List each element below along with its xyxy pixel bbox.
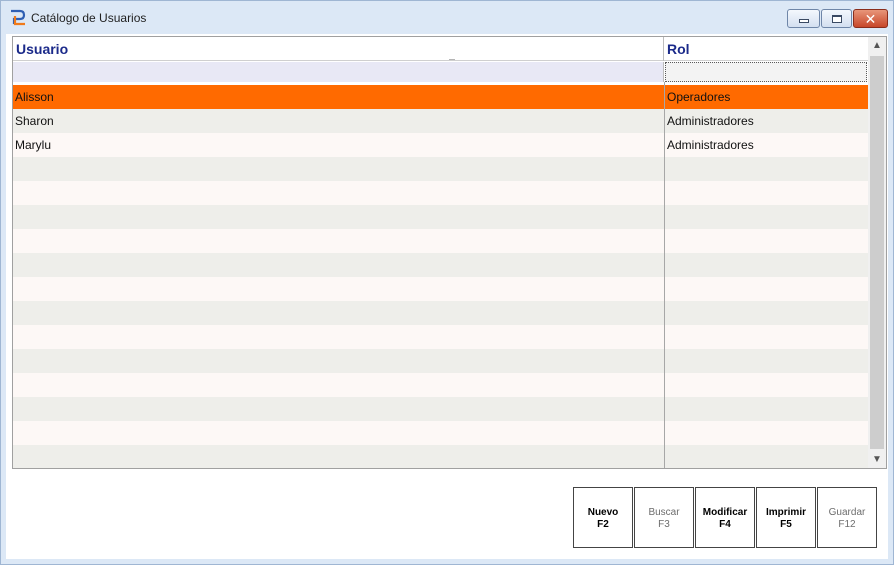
imprimir-button[interactable]: Imprimir F5 [756, 487, 816, 548]
cell-rol [664, 205, 868, 229]
window-title: Catálogo de Usuarios [31, 11, 147, 25]
button-label: Guardar [828, 507, 866, 518]
cell-rol: Administradores [664, 109, 868, 133]
button-shortcut: F3 [658, 519, 670, 530]
filter-row [13, 62, 868, 82]
table-row[interactable] [13, 349, 868, 373]
cell-usuario [13, 397, 664, 421]
table-row[interactable]: Marylu Administradores [13, 133, 868, 157]
vertical-scrollbar[interactable]: ▲ ▼ [868, 37, 886, 468]
cell-rol: Administradores [664, 133, 868, 157]
cell-rol [664, 445, 868, 468]
cell-usuario [13, 301, 664, 325]
cell-rol [664, 301, 868, 325]
table-row[interactable] [13, 205, 868, 229]
cell-usuario [13, 253, 664, 277]
button-shortcut: F2 [597, 519, 609, 530]
app-logo-icon [11, 9, 26, 26]
minimize-icon [798, 19, 809, 23]
close-button[interactable]: ✕ [853, 9, 888, 28]
maximize-button[interactable] [821, 9, 852, 28]
table-row[interactable] [13, 301, 868, 325]
cell-usuario [13, 205, 664, 229]
cell-rol [664, 181, 868, 205]
table-row[interactable] [13, 181, 868, 205]
button-label: Nuevo [587, 507, 619, 518]
cell-rol [664, 229, 868, 253]
users-grid: Usuario Rol Alisson Operadores Sharon Admin… [12, 36, 887, 469]
table-row[interactable] [13, 445, 868, 468]
table-row[interactable] [13, 397, 868, 421]
cell-rol [664, 373, 868, 397]
maximize-icon [831, 14, 842, 23]
client-area: Usuario Rol Alisson Operadores Sharon Admin… [6, 34, 888, 559]
grid-rows: Alisson Operadores Sharon Administradores Ma… [13, 85, 868, 468]
scroll-thumb[interactable] [870, 56, 884, 449]
sort-indicator [449, 59, 455, 60]
close-icon: ✕ [864, 10, 877, 27]
table-row[interactable]: Alisson Operadores [13, 85, 868, 109]
cell-usuario [13, 157, 664, 181]
minimize-button[interactable] [787, 9, 820, 28]
cell-rol [664, 253, 868, 277]
cell-rol [664, 157, 868, 181]
buscar-button[interactable]: Buscar F3 [634, 487, 694, 548]
table-row[interactable] [13, 277, 868, 301]
cell-rol [664, 397, 868, 421]
filter-usuario-input[interactable] [13, 62, 664, 82]
column-header-usuario[interactable]: Usuario [13, 37, 664, 61]
table-row[interactable] [13, 421, 868, 445]
catalogo-usuarios-window: Catálogo de Usuarios ✕ Usuario Rol Aliss… [0, 0, 894, 565]
cell-usuario: Marylu [15, 138, 52, 152]
button-shortcut: F5 [780, 519, 792, 530]
button-label: Modificar [702, 507, 748, 518]
modificar-button[interactable]: Modificar F4 [695, 487, 755, 548]
button-label: Imprimir [765, 507, 806, 518]
button-label: Buscar [648, 507, 680, 518]
filter-rol-input[interactable] [665, 62, 867, 82]
cell-usuario [13, 421, 664, 445]
cell-rol: Operadores [664, 85, 868, 109]
cell-usuario [13, 325, 664, 349]
cell-usuario [13, 373, 664, 397]
cell-usuario [13, 229, 664, 253]
cell-usuario: Sharon [15, 114, 54, 128]
button-shortcut: F12 [838, 519, 856, 530]
cell-rol [664, 349, 868, 373]
cell-usuario [13, 181, 664, 205]
cell-usuario [13, 349, 664, 373]
cell-usuario: Alisson [15, 90, 54, 104]
grid-header: Usuario Rol [13, 37, 868, 61]
column-header-rol[interactable]: Rol [664, 37, 868, 61]
guardar-button[interactable]: Guardar F12 [817, 487, 877, 548]
cell-rol [664, 277, 868, 301]
table-row[interactable] [13, 253, 868, 277]
scroll-down-icon[interactable]: ▼ [868, 451, 886, 468]
cell-rol [664, 325, 868, 349]
button-shortcut: F4 [719, 519, 731, 530]
scroll-up-icon[interactable]: ▲ [868, 37, 886, 54]
table-row[interactable] [13, 229, 868, 253]
title-bar[interactable]: Catálogo de Usuarios ✕ [1, 1, 893, 34]
table-row[interactable] [13, 373, 868, 397]
column-divider [664, 82, 665, 468]
cell-usuario [13, 445, 664, 468]
nuevo-button[interactable]: Nuevo F2 [573, 487, 633, 548]
cell-usuario [13, 277, 664, 301]
cell-rol [664, 421, 868, 445]
table-row[interactable] [13, 325, 868, 349]
table-row[interactable] [13, 157, 868, 181]
table-row[interactable]: Sharon Administradores [13, 109, 868, 133]
